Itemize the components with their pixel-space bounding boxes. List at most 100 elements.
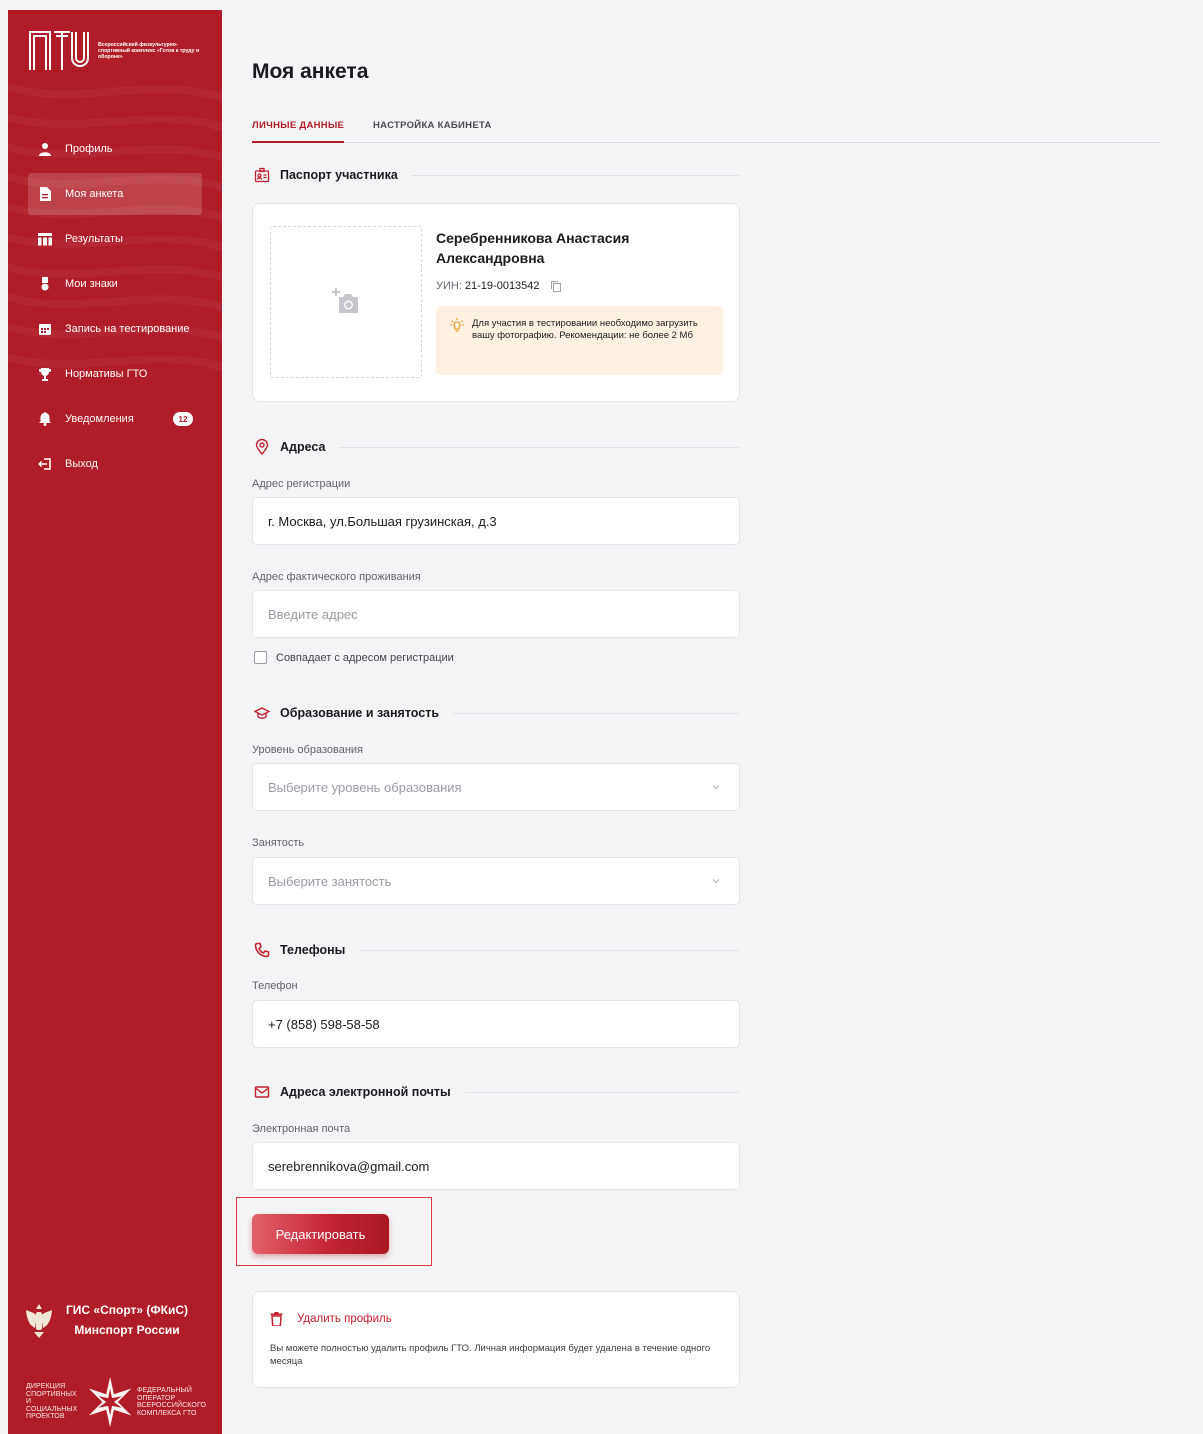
sidebar-item-label: Выход [65,458,98,470]
map-pin-icon [254,438,270,456]
section-title: Телефоны [280,943,346,957]
uin-row: УИН: 21-19-0013542 [436,280,562,292]
bell-icon [38,412,52,426]
section-divider [453,712,739,714]
photo-notice: Для участия в тестировании необходимо за… [436,306,723,375]
email-label: Электронная почта [252,1123,351,1135]
same-address-checkbox-row[interactable]: Совпадает с адресом регистрации [254,651,454,664]
email-input[interactable]: serebrennikova@gmail.com [252,1142,740,1190]
federal-operator-logo-text: ФЕДЕРАЛЬНЫЙ ОПЕРАТОР ВСЕРОССИЙСКОГО КОМП… [137,1387,206,1417]
section-divider [359,949,739,951]
sidebar-item-logout[interactable]: Выход [28,443,202,485]
tabs-bar: ЛИЧНЫЕ ДАННЫЕ НАСТРОЙКА КАБИНЕТА [252,116,1160,143]
sidebar-item-label: Результаты [65,233,123,245]
section-title: Адреса [280,440,326,454]
same-address-checkbox[interactable] [254,651,267,664]
sidebar-item-label: Профиль [65,143,113,155]
sidebar-item-notifications[interactable]: Уведомления 12 [28,398,202,440]
education-section-heading: Образование и занятость [252,703,739,723]
logo-caption: Всероссийский физкультурно-спортивный ко… [98,42,200,60]
employment-placeholder: Выберите занятость [268,873,392,889]
add-photo-icon [332,288,358,313]
education-level-placeholder: Выберите уровень образования [268,779,462,795]
phones-section-heading: Телефоны [252,940,739,960]
sidebar-item-label: Уведомления [65,413,134,425]
same-address-label: Совпадает с адресом регистрации [276,651,454,664]
edit-button[interactable]: Редактировать [252,1214,389,1254]
employment-label: Занятость [252,837,305,849]
registration-address-input[interactable]: г. Москва, ул.Большая грузинская, д.3 [252,497,740,545]
uin-label: УИН: [436,280,462,292]
education-level-label: Уровень образования [252,744,364,756]
sidebar-item-label: Моя анкета [65,188,124,200]
sidebar-item-test-booking[interactable]: Запись на тестирование [28,308,202,350]
chevron-down-icon [712,785,720,790]
photo-upload-area[interactable] [270,226,422,378]
section-divider [464,1091,739,1093]
lightbulb-icon [450,318,464,332]
partner-right-line: КОМПЛЕКСА ГТО [136,1409,197,1417]
phone-label: Телефон [252,980,298,992]
logout-icon [38,457,52,471]
passport-section-heading: Паспорт участника [252,165,739,185]
page-title: Моя анкета [252,60,369,83]
passport-card: Серебренникова Анастасия Александровна У… [252,203,740,402]
star-emblem-icon [88,1376,132,1428]
mail-icon [254,1084,270,1100]
delete-profile-link[interactable]: Удалить профиль [270,1312,392,1326]
phone-input[interactable]: +7 (858) 598-58-58 [252,1000,740,1048]
sidebar-item-label: Нормативы ГТО [65,368,148,380]
tab-personal-data[interactable]: ЛИЧНЫЕ ДАННЫЕ [252,120,345,143]
sidebar-nav: Профиль Моя анкета Результаты Мои знаки … [28,128,222,488]
notice-text: Для участия в тестировании необходимо за… [472,318,698,341]
copy-icon[interactable] [550,280,562,292]
partner-left-line: ДИРЕКЦИЯ [26,1383,66,1391]
medal-icon [38,277,52,291]
partner-left-line: СПОРТИВНЫХ [26,1390,77,1398]
section-divider [339,446,739,448]
sidebar-item-my-form[interactable]: Моя анкета [28,173,202,215]
gto-logo[interactable]: Всероссийский физкультурно-спортивный ко… [28,30,208,72]
actual-address-input[interactable]: Введите адрес [252,590,740,638]
gis-ministry: Минспорт России [74,1323,180,1337]
uin-value: 21-19-0013542 [464,280,540,292]
table-icon [38,232,52,246]
sidebar-item-results[interactable]: Результаты [28,218,202,260]
sidebar-item-label: Запись на тестирование [65,323,190,335]
delete-profile-description: Вы можете полностью удалить профиль ГТО.… [270,1343,711,1367]
section-title: Адреса электронной почты [280,1085,451,1099]
participant-name: Серебренникова Анастасия Александровна [436,230,630,266]
partners-block: ДИРЕКЦИЯ СПОРТИВНЫХ И СОЦИАЛЬНЫХ ПРОЕКТО… [26,1374,206,1430]
graduation-cap-icon [253,705,271,721]
notifications-count-badge: 12 [173,412,193,426]
partner-left-line: ПРОЕКТОВ [26,1413,65,1421]
employment-select[interactable]: Выберите занятость [252,857,740,905]
actual-address-label: Адрес фактического проживания [252,571,421,583]
education-level-select[interactable]: Выберите уровень образования [252,763,740,811]
sidebar: Всероссийский физкультурно-спортивный ко… [8,10,222,1434]
tab-cabinet-settings[interactable]: НАСТРОЙКА КАБИНЕТА [373,120,492,143]
russia-emblem-icon [26,1304,52,1338]
partner-right-line: ФЕДЕРАЛЬНЫЙ [136,1387,192,1394]
id-card-icon [254,167,270,183]
gis-title: ГИС «Спорт» (ФКиС) [66,1303,189,1317]
section-title: Образование и занятость [280,706,440,720]
trash-icon [270,1312,283,1326]
section-title: Паспорт участника [280,168,398,182]
sidebar-item-my-badges[interactable]: Мои знаки [28,263,202,305]
document-icon [38,187,52,201]
emails-section-heading: Адреса электронной почты [252,1082,739,1102]
addresses-section-heading: Адреса [252,437,739,457]
calendar-icon [38,322,52,336]
user-icon [38,142,52,156]
delete-profile-label: Удалить профиль [297,1313,392,1325]
gis-sport-block: ГИС «Спорт» (ФКиС) Минспорт России [22,1300,188,1340]
trophy-icon [38,367,52,381]
sidebar-item-gto-standards[interactable]: Нормативы ГТО [28,353,202,395]
sidebar-item-profile[interactable]: Профиль [28,128,202,170]
delete-profile-card: Удалить профиль Вы можете полностью удал… [252,1291,740,1388]
registration-address-label: Адрес регистрации [252,478,351,490]
partner-right-line: ВСЕРОССИЙСКОГО [136,1402,206,1409]
chevron-down-icon [712,879,720,884]
directorate-logo-text: ДИРЕКЦИЯ СПОРТИВНЫХ И СОЦИАЛЬНЫХ ПРОЕКТО… [26,1383,83,1421]
